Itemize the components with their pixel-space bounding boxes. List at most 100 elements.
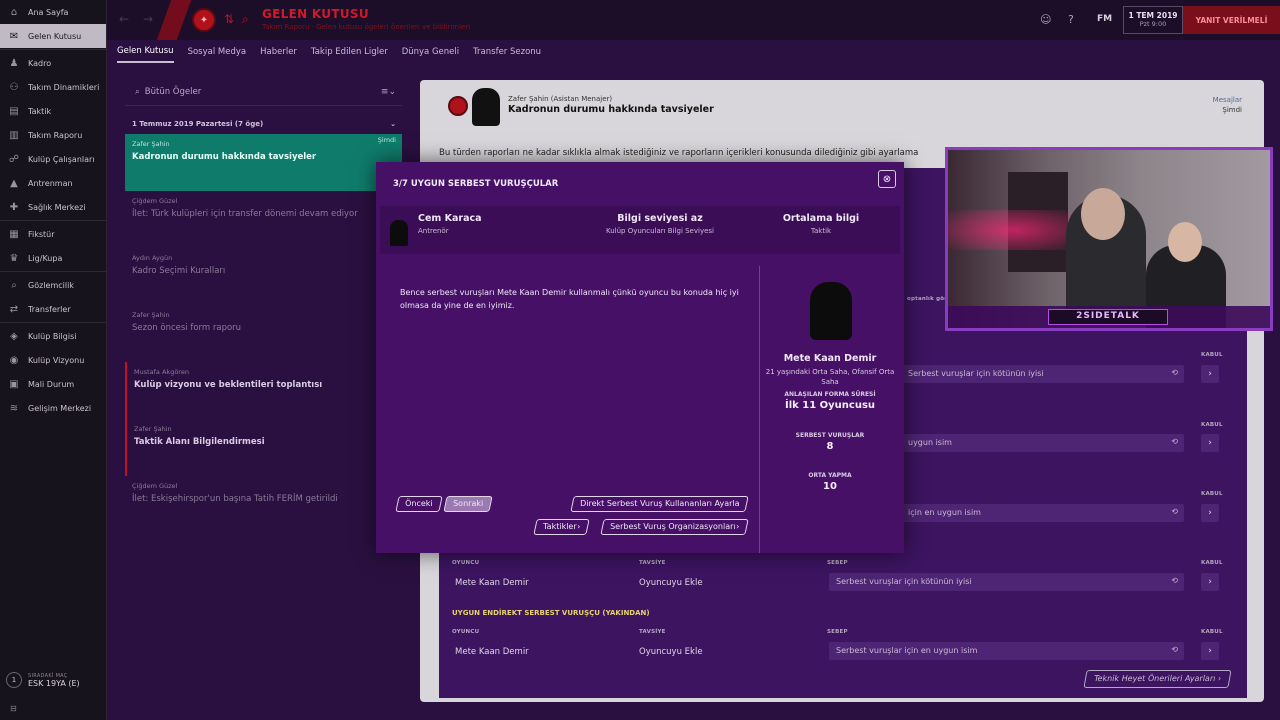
filter-icon[interactable]: ≡⌄ — [381, 87, 396, 97]
col-accept: KABUL — [1201, 560, 1223, 566]
tab[interactable]: Haberler — [260, 42, 297, 62]
col-reason: SEBEP — [827, 629, 848, 635]
col-accept: KABUL — [1201, 629, 1223, 635]
staff-advice-settings-button[interactable]: Teknik Heyet Önerileri Ayarları › — [1083, 670, 1232, 688]
row-player[interactable]: Mete Kaan Demir — [455, 647, 529, 657]
message-subject: Taktik Alanı Bilgilendirmesi — [134, 437, 265, 447]
knowledge-club-title: Bilgi seviyesi az — [617, 213, 703, 224]
coach-name[interactable]: Cem Karaca — [418, 213, 482, 224]
sidebar-item[interactable]: ▥ Takım Raporu — [0, 123, 106, 147]
prev-button[interactable]: Önceki — [395, 496, 443, 512]
accept-button[interactable]: › — [1201, 504, 1219, 522]
row-player[interactable]: Mete Kaan Demir — [455, 578, 529, 588]
sidebar-item[interactable]: ♟ Kadro — [0, 51, 106, 75]
collapse-sidebar-icon[interactable]: ⊟ — [10, 704, 17, 713]
inbox-group-header[interactable]: 1 Temmuz 2019 Pazartesi (7 öge) ⌄ — [125, 114, 402, 134]
sidebar-divider — [0, 49, 106, 50]
close-icon[interactable]: ⊗ — [878, 170, 896, 188]
social-icon[interactable]: ☺ — [1040, 13, 1051, 26]
sidebar-item[interactable]: ✉ Gelen Kutusu — [0, 24, 106, 48]
back-icon[interactable]: ← — [119, 12, 129, 26]
sidebar-item[interactable]: ◉ Kulüp Vizyonu — [0, 348, 106, 372]
col-accept: KABUL — [1201, 491, 1223, 497]
knowledge-club-sub: Kulüp Oyuncuları Bilgi Seviyesi — [605, 227, 714, 235]
inbox-message[interactable]: Mustafa Akgören Kulüp vizyonu ve beklenti… — [125, 362, 402, 419]
message-sender[interactable]: Zafer Şahin (Asistan Menajer) — [508, 95, 612, 103]
sidebar-divider — [0, 220, 106, 221]
sidebar-item-label: Transferler — [28, 304, 71, 314]
tab[interactable]: Dünya Geneli — [402, 42, 459, 62]
inbox-message[interactable]: Zafer Şahin Taktik Alanı Bilgilendirmesi — [125, 419, 402, 476]
accept-button[interactable]: › — [1201, 434, 1219, 452]
inbox-message[interactable]: Zafer Şahin Sezon öncesi form raporu — [125, 305, 402, 362]
sidebar-item-label: Lig/Kupa — [28, 253, 63, 263]
sidebar-item[interactable]: ⌂ Ana Sayfa — [0, 0, 106, 24]
tab-bar: Gelen Kutusu Sosyal Medya Haberler Takip Ed… — [107, 40, 1280, 64]
refresh-icon[interactable]: ⟲ — [1171, 437, 1178, 446]
sidebar-item[interactable]: ✚ Sağlık Merkezi — [0, 195, 106, 219]
reason-text: uygun isim — [908, 438, 952, 447]
sidebar-item[interactable]: ☍ Kulüp Çalışanları — [0, 147, 106, 171]
reason-select[interactable]: uygun isim ⟲ — [901, 434, 1184, 452]
tab[interactable]: Transfer Sezonu — [473, 42, 541, 62]
club-badge-icon[interactable]: ✦ — [192, 8, 216, 32]
search-icon[interactable]: ⌕ — [242, 12, 249, 27]
accept-button[interactable]: › — [1201, 365, 1219, 383]
tactics-button[interactable]: Taktikler › — [533, 519, 590, 535]
club-switch-icon[interactable]: ⇅ — [224, 12, 234, 26]
reason-select[interactable]: Serbest vuruşlar için kötünün iyisi ⟲ — [901, 365, 1184, 383]
coach-role: Antrenör — [418, 227, 449, 235]
inbox-message[interactable]: Çiğdem Güzel İlet: Eskişehirspor'un başın… — [125, 476, 402, 533]
tab[interactable]: Takip Edilen Ligler — [311, 42, 388, 62]
fm-menu-logo[interactable]: FM — [1097, 14, 1112, 24]
message-from: Aydın Aygün — [132, 254, 173, 262]
refresh-icon[interactable]: ⟲ — [1171, 645, 1178, 654]
sidebar-item[interactable]: ⇄ Transferler — [0, 297, 106, 321]
sidebar-item[interactable]: ⌕ Gözlemcilik — [0, 273, 106, 297]
tab[interactable]: Sosyal Medya — [188, 42, 247, 62]
message-from: Çiğdem Güzel — [132, 482, 178, 490]
inbox-search[interactable]: ⌕ Bütün Ögeler — [125, 78, 402, 106]
sidebar-item[interactable]: ⚇ Takım Dinamikleri — [0, 75, 106, 99]
accept-button[interactable]: › — [1201, 642, 1219, 660]
reason-select[interactable]: için en uygun isim ⟲ — [901, 504, 1184, 522]
direct-free-kick-takers-button[interactable]: Direkt Serbest Vuruş Kullananları Ayarla — [570, 496, 750, 512]
continue-button[interactable]: YANIT VERİLMELİ — [1183, 6, 1280, 34]
inbox-message[interactable]: Zafer Şahin Kadronun durumu hakkında tavs… — [125, 134, 402, 191]
modal-advice-text: Bence serbest vuruşları Mete Kaan Demir … — [400, 288, 739, 310]
sidebar-item[interactable]: ▦ Fikstür — [0, 222, 106, 246]
inbox-message[interactable]: Çiğdem Güzel İlet: Türk kulüpleri için tr… — [125, 191, 402, 248]
message-body: Bu türden raporları ne kadar sıklıkla al… — [439, 148, 919, 158]
next-button[interactable]: Sonraki — [443, 496, 493, 512]
squad-icon: ♟ — [9, 57, 19, 69]
col-reason: SEBEP — [827, 560, 848, 566]
next-match[interactable]: 1 SIRADAKİ MAÇ ESK 19YA (E) — [6, 672, 80, 688]
refresh-icon[interactable]: ⟲ — [1171, 576, 1178, 585]
tab[interactable]: Gelen Kutusu — [117, 41, 174, 63]
top-bar: ← → ✦ ⇅ ⌕ GELEN KUTUSU Takım Raporu · Ge… — [107, 0, 1280, 40]
sidebar-item[interactable]: ◈ Kulüp Bilgisi — [0, 324, 106, 348]
sidebar-item[interactable]: ♛ Lig/Kupa — [0, 246, 106, 270]
player-description: 21 yaşındaki Orta Saha, Ofansif Orta Sah… — [765, 368, 895, 386]
sidebar-item[interactable]: ▣ Mali Durum — [0, 372, 106, 396]
message-title: Kadronun durumu hakkında tavsiyeler — [508, 104, 714, 115]
refresh-icon[interactable]: ⟲ — [1171, 507, 1178, 516]
accept-button[interactable]: › — [1201, 573, 1219, 591]
webcam-label: 2SIDETALK — [1048, 309, 1168, 325]
help-icon[interactable]: ? — [1068, 13, 1074, 26]
reason-select[interactable]: Serbest vuruşlar için kötünün iyisi ⟲ — [829, 573, 1184, 591]
reason-select[interactable]: Serbest vuruşlar için en uygun isim ⟲ — [829, 642, 1184, 660]
next-match-value: ESK 19YA (E) — [28, 678, 80, 688]
set-pieces-button[interactable]: Serbest Vuruş Organizasyonları › — [600, 519, 749, 535]
sidebar-item-label: Fikstür — [28, 229, 55, 239]
reason-text: için en uygun isim — [908, 508, 981, 517]
title-accent — [156, 0, 192, 40]
refresh-icon[interactable]: ⟲ — [1171, 368, 1178, 377]
sidebar-item[interactable]: ▤ Taktik — [0, 99, 106, 123]
inbox-message[interactable]: Aydın Aygün Kadro Seçimi Kuralları — [125, 248, 402, 305]
sidebar-item-label: Taktik — [28, 106, 52, 116]
forward-icon[interactable]: → — [143, 12, 153, 26]
sidebar-item[interactable]: ▲ Antrenman — [0, 171, 106, 195]
player-name[interactable]: Mete Kaan Demir — [760, 353, 900, 364]
sidebar-item[interactable]: ≋ Gelişim Merkezi — [0, 396, 106, 420]
